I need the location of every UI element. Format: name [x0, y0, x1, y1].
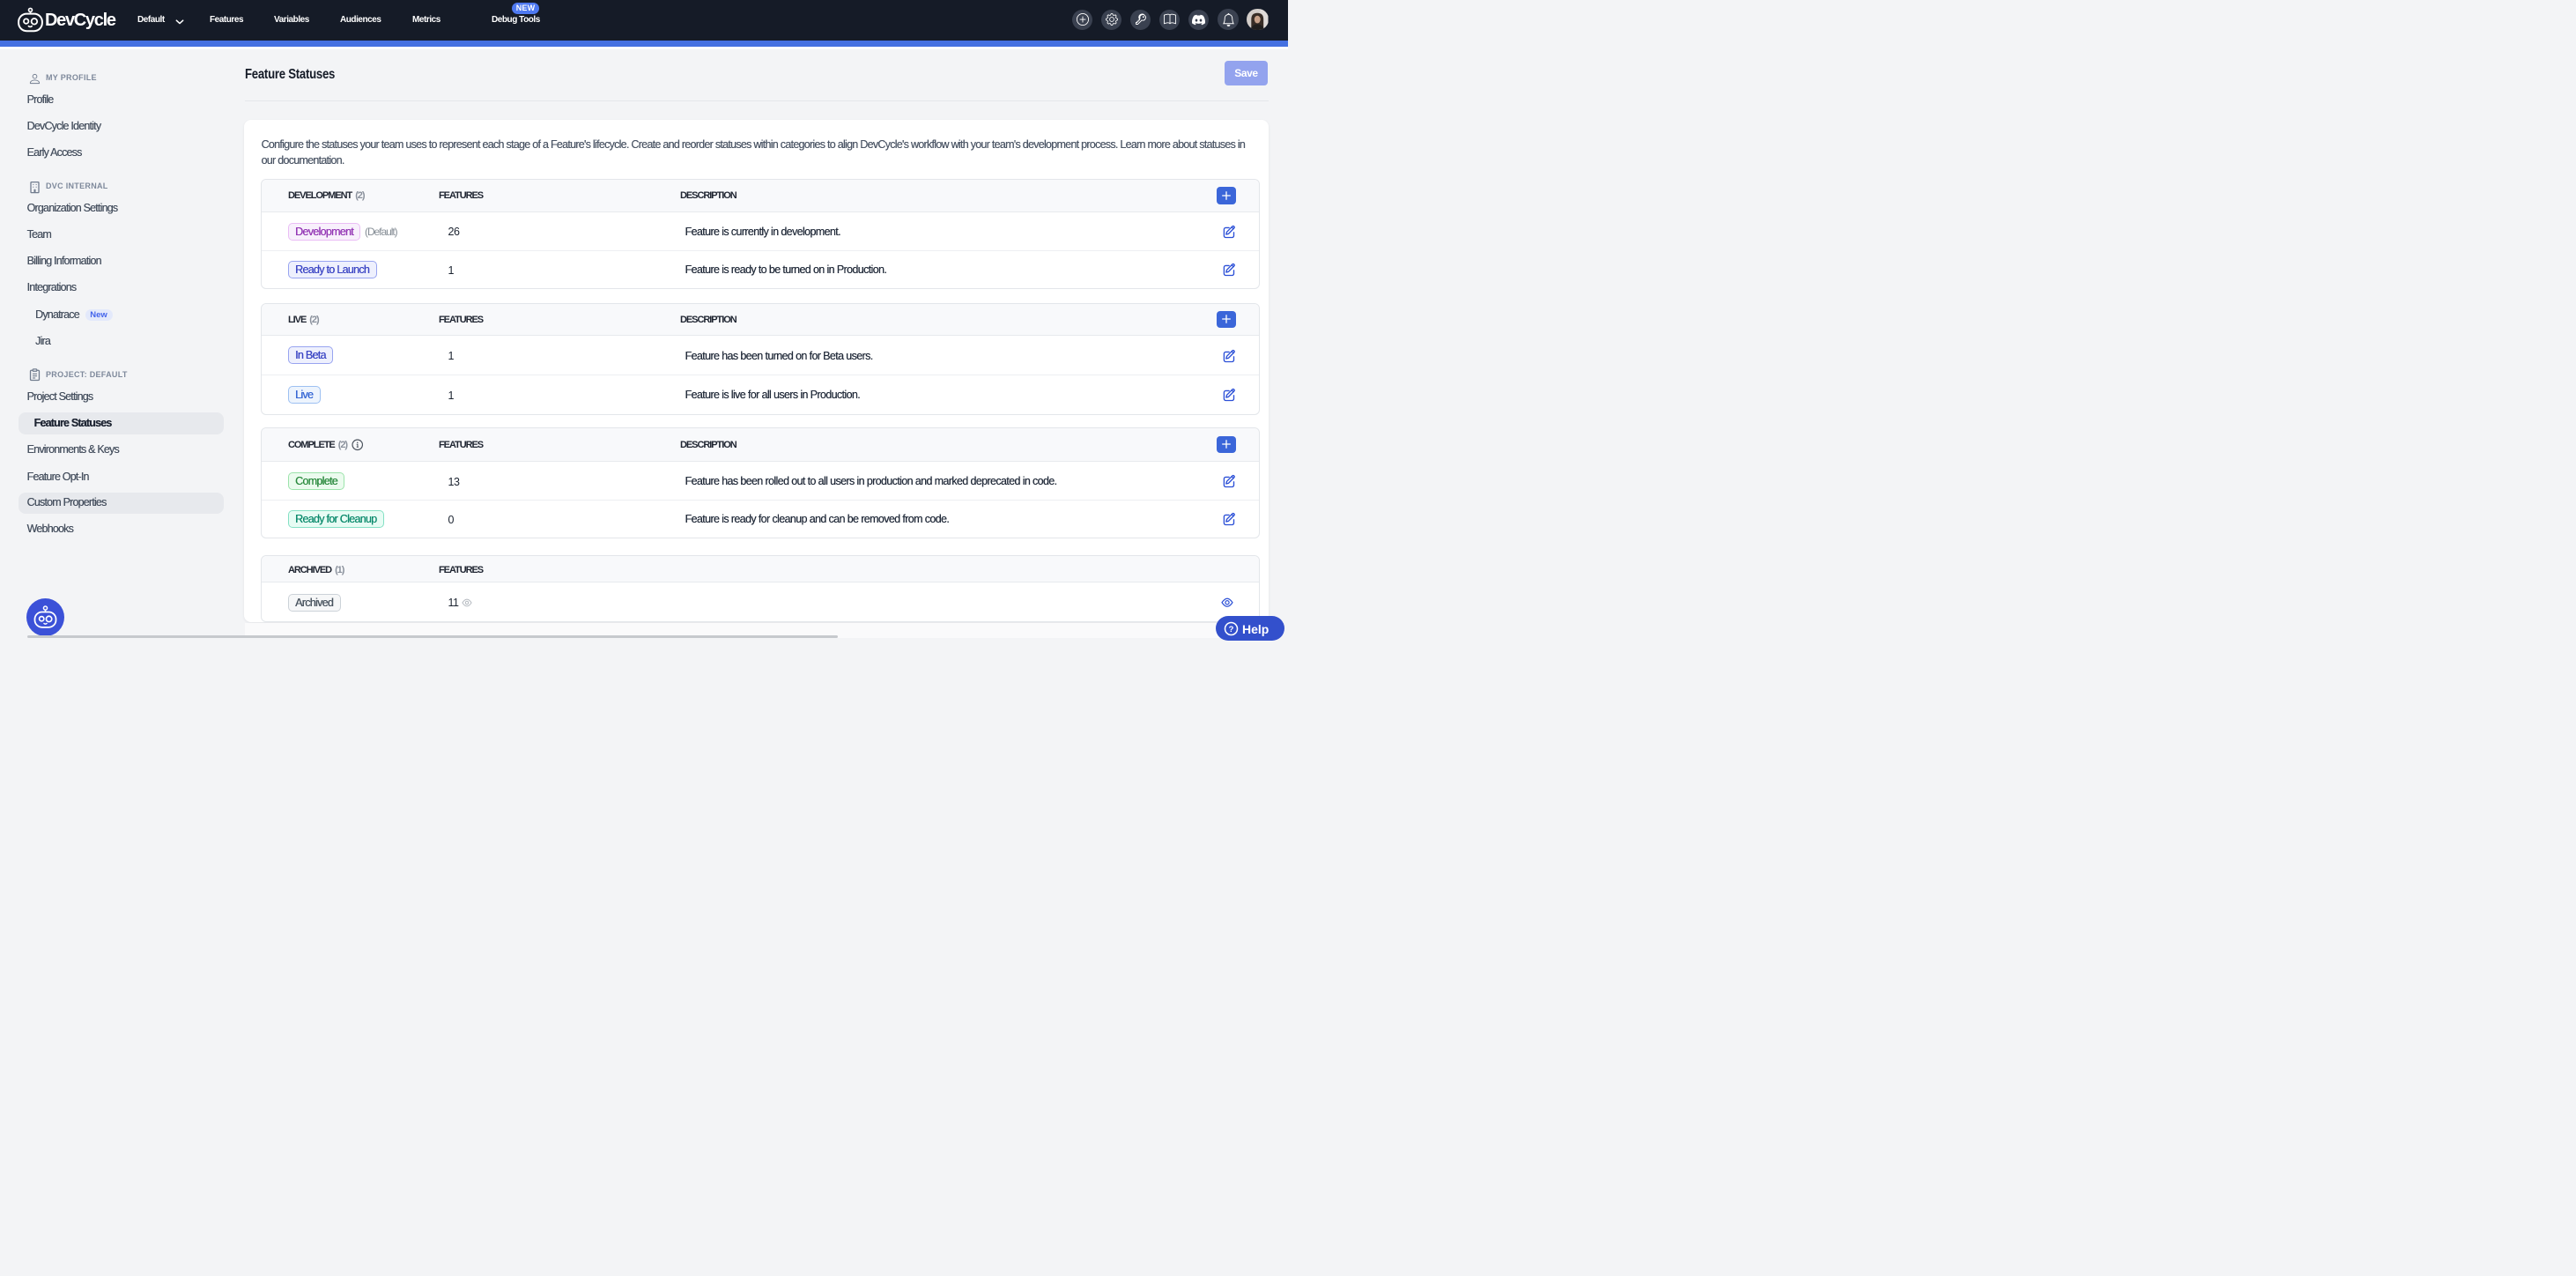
svg-text:?: ?: [1229, 625, 1234, 634]
